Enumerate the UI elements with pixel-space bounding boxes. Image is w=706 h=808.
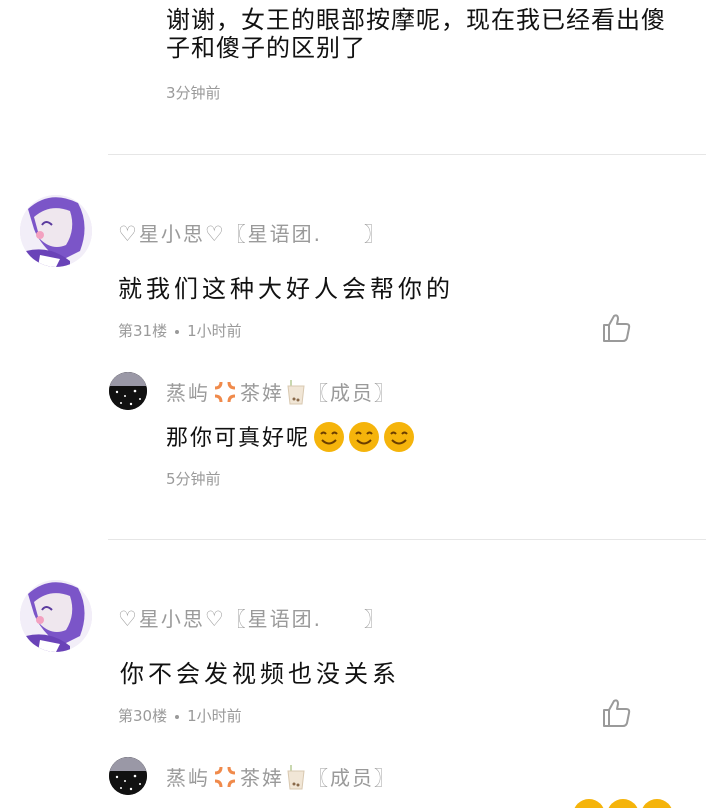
reply-username-part1: 蒸屿 (166, 381, 210, 405)
bubble-tea-cup-icon (287, 380, 305, 405)
reply-text: 谢谢，女王的眼部按摩呢，现在我已经看出傻子和傻子的区别了 (166, 6, 666, 62)
user-avatar[interactable] (20, 195, 92, 267)
reply-text-content: 那你可真好呢 (166, 426, 311, 451)
reply-user-avatar[interactable] (109, 757, 147, 795)
group-tag-close: 〗 (364, 222, 387, 246)
comment-username[interactable]: ♡星小思♡〖星语团. 〗 (118, 218, 386, 247)
separator-dot (175, 329, 180, 334)
reply-username-part1: 蒸屿 (166, 766, 210, 790)
username-text: 星小思 (138, 607, 205, 631)
heart-outline-icon: ♡ (204, 222, 226, 246)
group-tag: 〖星语团. (225, 607, 323, 631)
comment-divider (108, 154, 706, 155)
reply-text: 那你可真好呢 (166, 420, 415, 453)
reply-role-tag: 〖成员〗 (308, 766, 396, 790)
comment-username[interactable]: ♡星小思♡〖星语团. 〗 (118, 603, 386, 632)
reply-username-part2: 茶婞 (240, 766, 284, 790)
smiling-face-icon (384, 422, 415, 452)
comment-meta: 第30楼 1小时前 (118, 705, 242, 726)
comment-text: 你不会发视频也没关系 (120, 660, 400, 688)
group-tag-close: 〗 (364, 607, 387, 631)
reply-username[interactable]: 蒸屿 茶婞 〖成员〗 (166, 377, 396, 406)
comment-timestamp: 1小时前 (187, 707, 242, 725)
comment-meta: 第31楼 1小时前 (118, 320, 242, 341)
comment-text: 就我们这种大好人会帮你的 (118, 275, 454, 303)
reply-user-avatar[interactable] (109, 372, 147, 410)
smiling-face-icon (640, 798, 674, 808)
group-tag: 〖星语团. (225, 222, 323, 246)
reply-timestamp: 3分钟前 (166, 84, 221, 102)
comment-timestamp: 1小时前 (187, 322, 242, 340)
thumbs-up-icon (603, 699, 631, 727)
floor-number: 第31楼 (118, 322, 168, 340)
thumbs-up-icon (603, 314, 631, 342)
like-button[interactable] (599, 311, 633, 345)
smiling-face-icon (349, 422, 380, 452)
reply-username-part2: 茶婞 (240, 381, 284, 405)
smiling-face-icon (314, 422, 345, 452)
like-button[interactable] (599, 696, 633, 730)
smiling-face-icon (606, 798, 640, 808)
anger-symbol-icon (214, 766, 236, 788)
reply-username[interactable]: 蒸屿 茶婞 〖成员〗 (166, 762, 396, 791)
user-avatar[interactable] (20, 580, 92, 652)
floor-number: 第30楼 (118, 707, 168, 725)
reply-role-tag: 〖成员〗 (308, 381, 396, 405)
heart-outline-icon: ♡ (118, 607, 139, 631)
heart-outline-icon: ♡ (118, 222, 139, 246)
reply-timestamp: 5分钟前 (166, 470, 221, 488)
anger-symbol-icon (214, 381, 236, 403)
smiling-face-icon (572, 798, 606, 808)
bubble-tea-cup-icon (287, 765, 305, 790)
comment-divider (108, 539, 706, 540)
heart-outline-icon: ♡ (204, 607, 226, 631)
separator-dot (175, 714, 180, 719)
username-text: 星小思 (138, 222, 205, 246)
